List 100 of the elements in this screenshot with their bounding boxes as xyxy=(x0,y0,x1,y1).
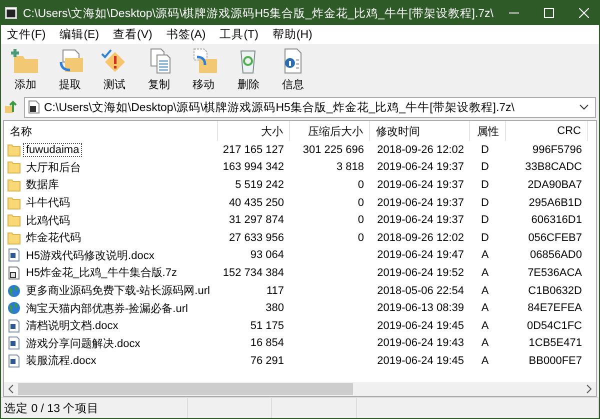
table-cell: D xyxy=(481,196,489,209)
folder-icon xyxy=(7,160,21,174)
menu-item[interactable]: 查看(V) xyxy=(109,27,162,42)
toolbar-button[interactable]: 测试 xyxy=(92,44,137,96)
archive-icon xyxy=(5,6,17,20)
toolbar-button[interactable]: 提取 xyxy=(48,44,92,96)
table-cell: 2019-06-13 08:39 xyxy=(377,302,464,314)
folder-icon xyxy=(7,196,21,210)
document-icon xyxy=(7,354,21,368)
scrollbar-thumb[interactable] xyxy=(18,383,353,395)
table-cell: 2019-06-24 19:37 xyxy=(377,161,464,174)
table-cell: 2019-06-24 19:37 xyxy=(377,178,464,191)
file-name[interactable]: fuwudaima xyxy=(24,144,82,156)
table-cell: 0 xyxy=(358,232,364,244)
table-cell: 2018-09-26 12:02 xyxy=(377,232,464,244)
file-name[interactable]: 游戏分享问题解决.docx xyxy=(24,336,142,351)
globe-icon xyxy=(7,301,21,316)
menu-item[interactable]: 帮助(H) xyxy=(268,27,322,42)
folder-icon xyxy=(7,213,21,228)
table-cell: 2019-06-24 19:43 xyxy=(377,337,464,350)
toolbar-button[interactable]: 移动 xyxy=(181,44,226,96)
file-name[interactable]: 数据库 xyxy=(24,177,61,192)
table-cell: 606316D1 xyxy=(531,214,582,226)
column-header[interactable]: 名称 xyxy=(4,121,218,141)
table-cell: 2018-05-06 22:54 xyxy=(377,284,464,297)
file-name[interactable]: 更多商业源码免费下载-站长源码网.url xyxy=(24,283,212,298)
up-folder-icon[interactable] xyxy=(4,100,18,114)
table-cell: A xyxy=(481,249,489,262)
table-cell: 996F5796 xyxy=(532,144,582,156)
table-cell: 40 435 250 xyxy=(228,196,284,209)
table-cell: 84E7EFEA xyxy=(528,302,582,314)
table-cell: A xyxy=(481,302,489,314)
column-header[interactable]: 大小 xyxy=(218,121,290,141)
maximize-icon[interactable] xyxy=(544,8,554,18)
table-cell: 2019-06-24 19:37 xyxy=(377,196,464,209)
table-cell: 0D54C1FC xyxy=(526,320,582,332)
table-cell: 056CFEB7 xyxy=(528,232,582,244)
folder-icon xyxy=(7,178,21,192)
file-name[interactable]: 装服流程.docx xyxy=(24,353,98,368)
table-cell: A xyxy=(481,354,489,367)
address-field[interactable]: C:\Users\文海如\Desktop\源码\棋牌游戏源码H5集合版_炸金花_比鸡_牛牛[带架设教程].7z\ xyxy=(24,96,596,118)
table-cell: 0 xyxy=(358,196,364,209)
table-cell: 2019-06-24 19:45 xyxy=(377,354,464,367)
table-cell: 06856AD0 xyxy=(530,249,582,262)
table-cell: C1B0632D xyxy=(528,284,582,297)
menu-item[interactable]: 工具(T) xyxy=(216,27,268,42)
menu-item[interactable]: 文件(F) xyxy=(3,27,56,42)
column-header[interactable]: 修改时间 xyxy=(370,121,470,141)
file-name[interactable]: 斗牛代码 xyxy=(24,195,72,210)
table-cell: 7E536ACA xyxy=(528,266,582,279)
table-cell: D xyxy=(481,178,489,191)
table-cell: 0 xyxy=(358,214,364,226)
toolbar-button[interactable]: 删除 xyxy=(226,44,271,96)
table-cell: D xyxy=(481,144,489,156)
table-cell: 2019-06-24 19:37 xyxy=(377,214,464,226)
table-cell: A xyxy=(481,284,489,297)
window-title: C:\Users\文海如\Desktop\源码\棋牌游戏源码H5集合版_炸金花_比鸡_牛牛[带架设教程].7z\ xyxy=(23,6,494,20)
document-icon xyxy=(7,318,21,333)
table-cell: 2019-06-24 19:52 xyxy=(377,266,464,279)
file-name[interactable]: 清档说明文档.docx xyxy=(24,318,120,334)
document-icon xyxy=(7,336,21,350)
table-cell: 51 175 xyxy=(250,320,284,332)
toolbar-button[interactable]: 复制 xyxy=(136,44,182,96)
folder-icon xyxy=(7,230,21,245)
toolbar-button[interactable]: 信息 xyxy=(270,44,316,96)
document-icon xyxy=(7,248,21,262)
close-icon[interactable] xyxy=(579,8,590,18)
table-cell: A xyxy=(481,320,489,332)
globe-icon xyxy=(7,284,21,298)
table-cell: 2DA90BA7 xyxy=(528,178,582,191)
file-name[interactable]: H5炸金花_比鸡_牛牛集合版.7z xyxy=(24,265,179,280)
table-cell: 2019-06-24 19:47 xyxy=(377,249,464,262)
table-cell: 163 994 342 xyxy=(222,161,284,174)
table-cell: 0 xyxy=(358,178,364,191)
file-name[interactable]: 大厅和后台 xyxy=(24,160,83,175)
table-cell: 2018-09-26 12:02 xyxy=(377,144,464,156)
table-cell: 380 xyxy=(266,302,284,314)
add-folder-icon xyxy=(10,48,40,74)
table-cell: 2019-06-24 19:45 xyxy=(377,320,464,332)
column-header[interactable]: CRC xyxy=(506,121,588,141)
toolbar-button[interactable]: 添加 xyxy=(3,44,48,96)
column-header[interactable]: 压缩后大小 xyxy=(290,121,370,141)
file-name[interactable]: 比鸡代码 xyxy=(24,212,72,228)
table-cell: 152 734 384 xyxy=(222,266,284,279)
table-cell: 5 519 242 xyxy=(235,178,284,191)
table-cell: BB000FE7 xyxy=(528,354,582,367)
table-cell: 93 064 xyxy=(250,249,284,262)
column-header[interactable]: 属性 xyxy=(470,121,506,141)
table-cell: 295A6B1D xyxy=(528,196,582,209)
status-text: 选定 0 / 13 个项目 xyxy=(4,402,100,416)
file-name[interactable]: 淘宝天猫内部优惠券-捡漏必备.url xyxy=(24,300,190,316)
file-name[interactable]: 炸金花代码 xyxy=(24,230,83,246)
menu-item[interactable]: 书签(A) xyxy=(162,27,216,42)
menu-item[interactable]: 编辑(E) xyxy=(56,27,110,42)
table-cell: 1CB5E471 xyxy=(528,337,582,350)
table-cell: 27 633 956 xyxy=(228,232,284,244)
table-cell: D xyxy=(481,161,489,174)
file-name[interactable]: H5游戏代码修改说明.docx xyxy=(24,248,156,263)
archive-icon xyxy=(7,266,21,280)
table-cell: 217 165 127 xyxy=(222,144,284,156)
